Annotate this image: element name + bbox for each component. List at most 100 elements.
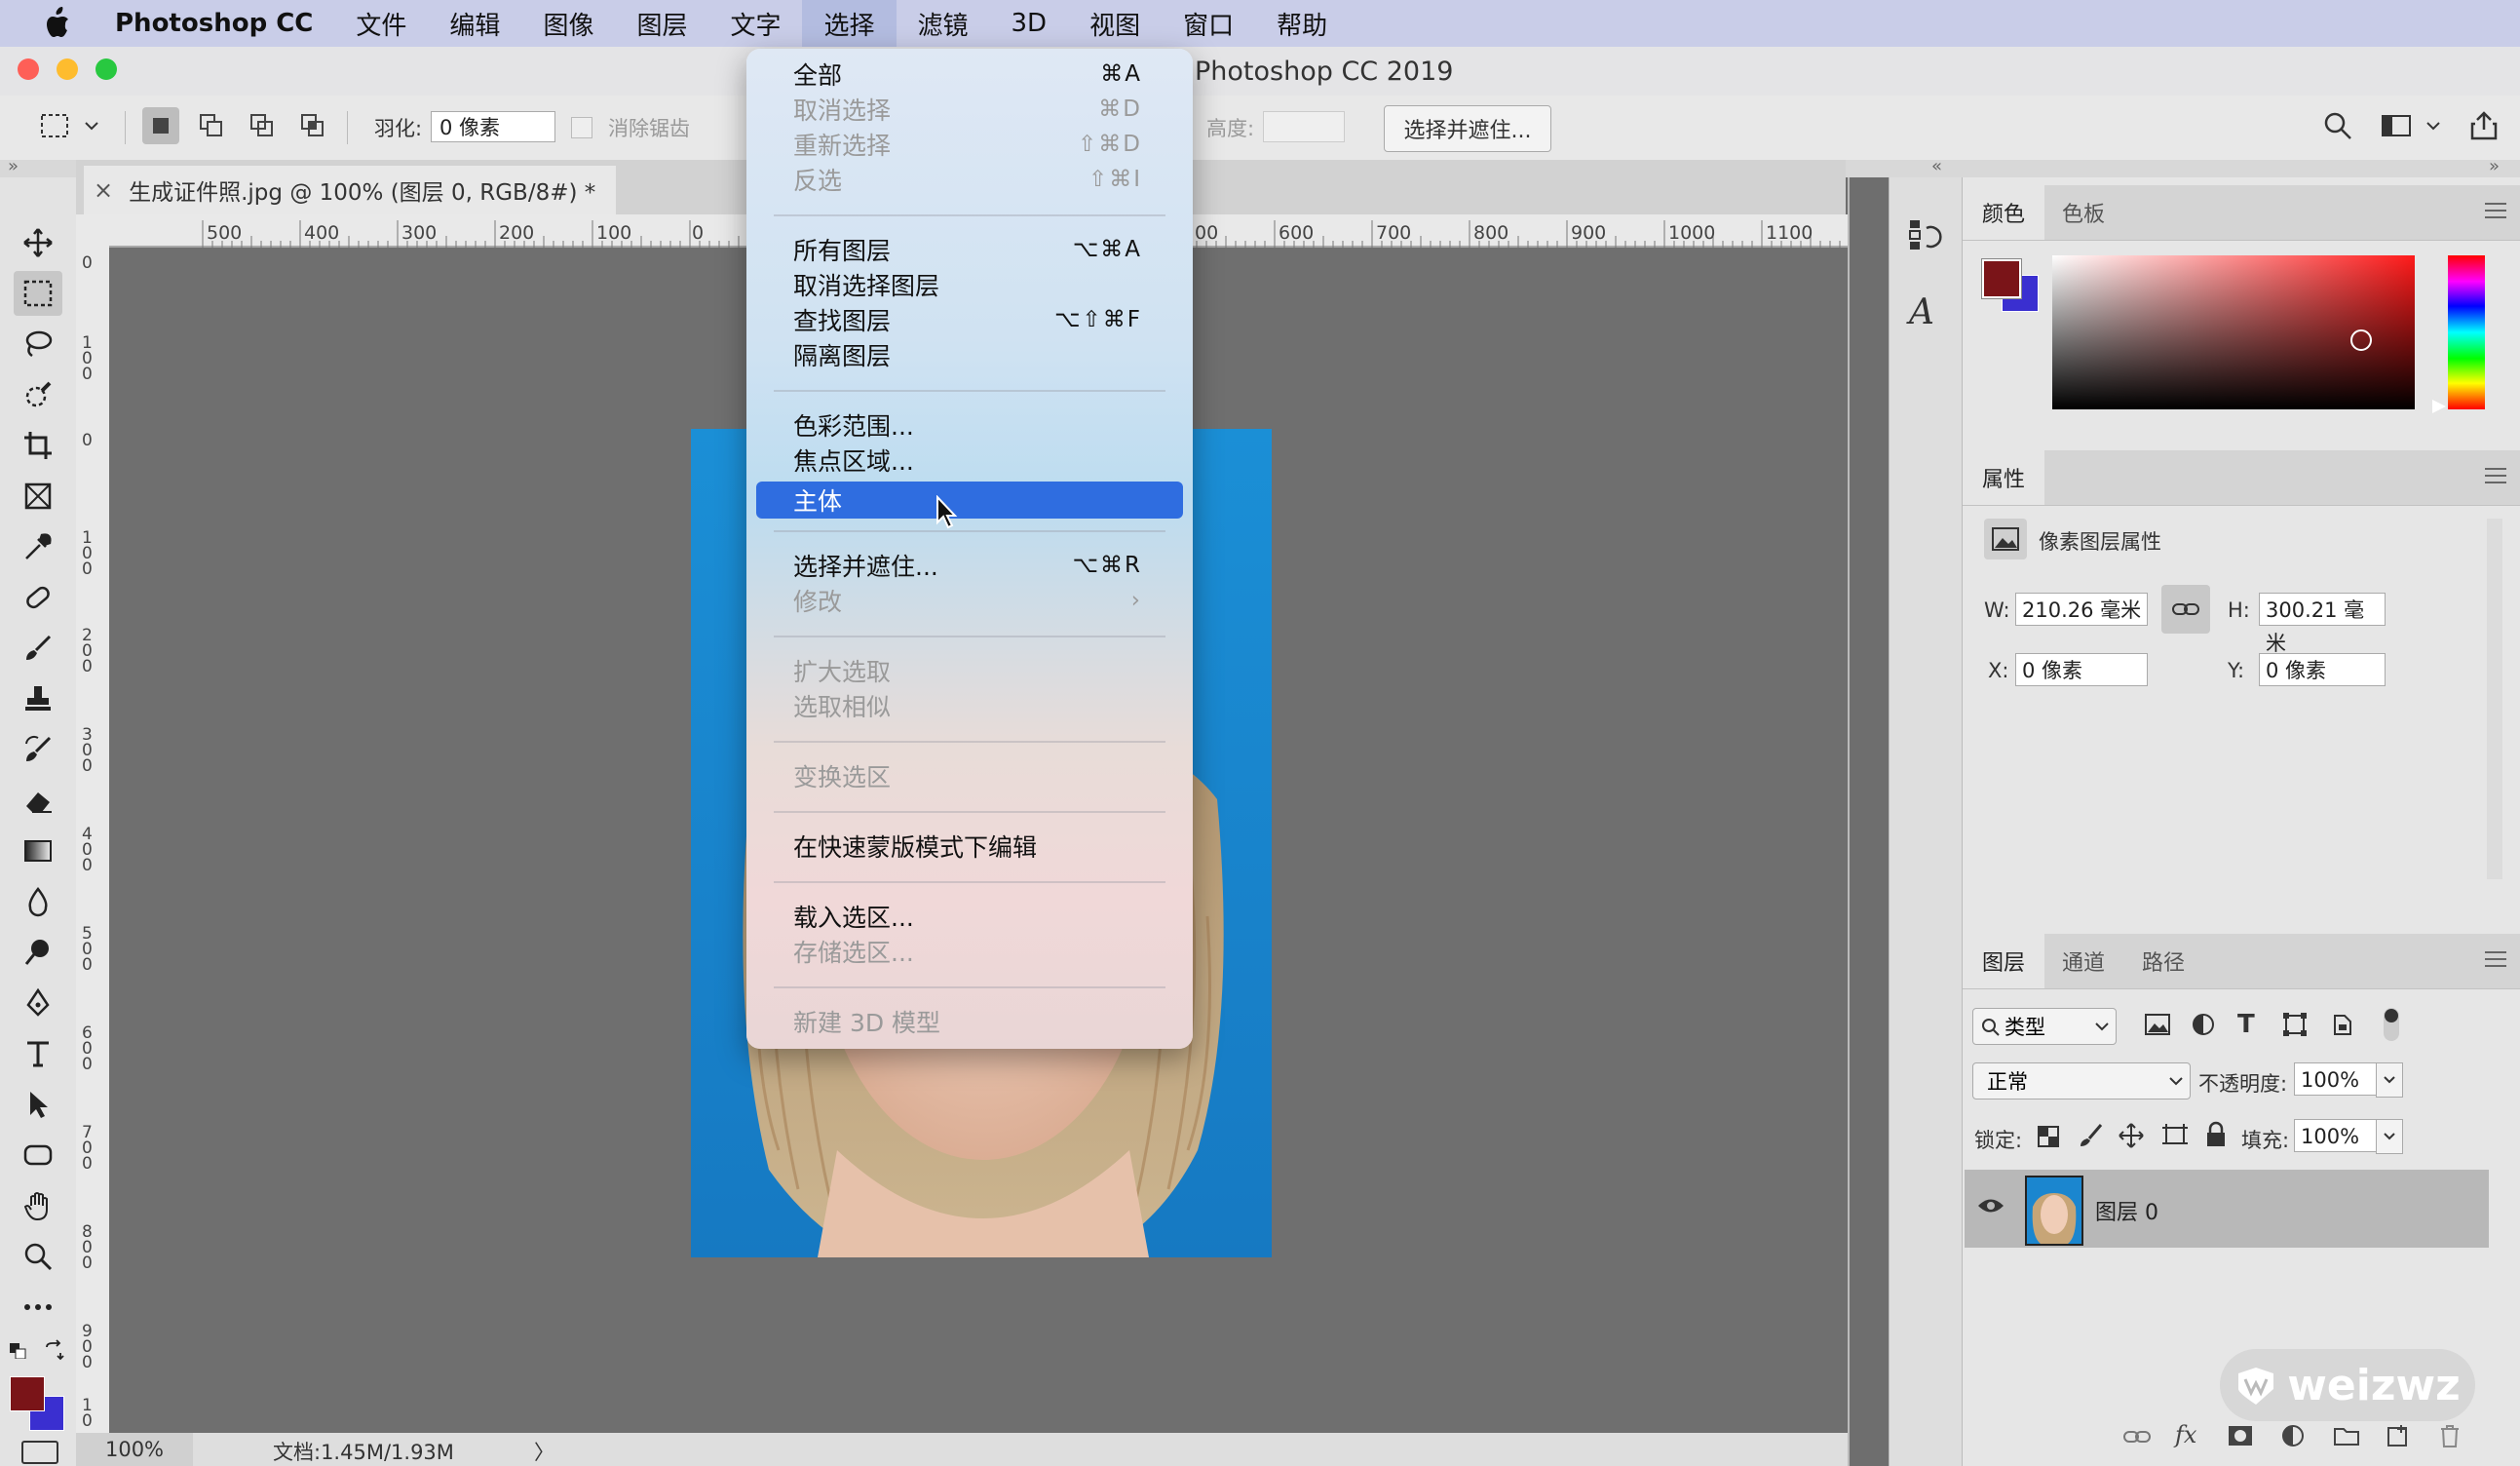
lock-pixels-icon[interactable] xyxy=(2078,1123,2103,1152)
menu-item-focus-area[interactable]: 焦点区域... xyxy=(793,443,1142,478)
clone-stamp-tool-icon[interactable] xyxy=(14,676,62,721)
path-selection-tool-icon[interactable] xyxy=(14,1082,62,1127)
lock-transparent-icon[interactable] xyxy=(2037,1125,2060,1152)
more-tools-icon[interactable] xyxy=(14,1285,62,1330)
layer-thumbnail[interactable] xyxy=(2025,1176,2083,1246)
swap-colors-icon[interactable] xyxy=(43,1339,64,1361)
menu-item-find-layers[interactable]: 查找图层 ⌥⇧⌘F xyxy=(793,302,1142,337)
history-brush-tool-icon[interactable] xyxy=(14,727,62,772)
eraser-tool-icon[interactable] xyxy=(14,778,62,823)
delete-layer-icon[interactable] xyxy=(2438,1423,2462,1452)
filter-toggle[interactable] xyxy=(2384,1008,2399,1041)
color-field[interactable] xyxy=(2052,255,2415,409)
filter-pixel-icon[interactable] xyxy=(2144,1012,2171,1041)
dodge-tool-icon[interactable] xyxy=(14,930,62,975)
menu-item-select-and-mask[interactable]: 选择并遮住... ⌥⌘R xyxy=(793,548,1142,583)
marquee-tool-icon[interactable] xyxy=(14,271,62,316)
filter-smart-object-icon[interactable] xyxy=(2329,1012,2354,1041)
glyphs-panel-icon[interactable]: A xyxy=(1909,292,1934,332)
menu-item-deselect-layers[interactable]: 取消选择图层 xyxy=(793,267,1142,302)
ruler-origin[interactable] xyxy=(76,214,110,249)
menu-item-color-range[interactable]: 色彩范围... xyxy=(793,407,1142,443)
hue-slider-handle[interactable] xyxy=(2432,400,2446,413)
frame-tool-icon[interactable] xyxy=(14,474,62,519)
apple-icon[interactable] xyxy=(37,4,76,43)
search-icon[interactable] xyxy=(2319,107,2356,144)
height-input[interactable]: 300.21 毫米 xyxy=(2259,593,2386,655)
collapse-mid-icon[interactable]: « xyxy=(1931,156,1942,176)
zoom-window-button[interactable] xyxy=(95,58,117,80)
layer-effects-icon[interactable]: fx xyxy=(2175,1421,2196,1448)
menu-item-isolate-layers[interactable]: 隔离图层 xyxy=(793,337,1142,372)
new-group-icon[interactable] xyxy=(2333,1425,2360,1450)
properties-panel-menu-icon[interactable] xyxy=(2485,468,2506,488)
opacity-input[interactable]: 100% xyxy=(2294,1062,2378,1096)
blend-mode-select[interactable]: 正常 xyxy=(1972,1062,2191,1100)
height-input[interactable] xyxy=(1263,111,1345,142)
tab-properties[interactable]: 属性 xyxy=(1963,450,2045,505)
hand-tool-icon[interactable] xyxy=(14,1183,62,1228)
x-input[interactable]: 0 像素 xyxy=(2015,653,2148,686)
close-window-button[interactable] xyxy=(18,58,39,80)
zoom-level[interactable]: 100% xyxy=(76,1433,193,1466)
marquee-preset-button[interactable] xyxy=(37,107,74,144)
zoom-tool-icon[interactable] xyxy=(14,1234,62,1279)
tab-channels[interactable]: 通道 xyxy=(2043,934,2124,988)
menu-item-modify[interactable]: 修改 › xyxy=(793,583,1142,618)
collapse-right-icon[interactable]: » xyxy=(2489,156,2500,176)
menu-item-quick-mask[interactable]: 在快速蒙版模式下编辑 xyxy=(793,829,1142,864)
menu-item-similar[interactable]: 选取相似 xyxy=(793,688,1142,723)
lock-position-icon[interactable] xyxy=(2119,1123,2144,1152)
intersect-selection-button[interactable] xyxy=(294,107,331,144)
menu-type[interactable]: 文字 xyxy=(708,0,802,47)
menu-item-deselect[interactable]: 取消选择 ⌘D xyxy=(793,92,1142,127)
rectangle-tool-icon[interactable] xyxy=(14,1133,62,1177)
opacity-dropdown-icon[interactable] xyxy=(2376,1062,2403,1098)
pen-tool-icon[interactable] xyxy=(14,981,62,1025)
layer-row[interactable]: 图层 0 xyxy=(1965,1170,2489,1248)
hue-slider[interactable] xyxy=(2448,255,2485,409)
lock-artboard-icon[interactable] xyxy=(2161,1123,2189,1152)
menu-filter[interactable]: 滤镜 xyxy=(897,0,990,47)
fill-input[interactable]: 100% xyxy=(2294,1119,2378,1152)
width-input[interactable]: 210.26 毫米 xyxy=(2015,593,2148,626)
menu-file[interactable]: 文件 xyxy=(334,0,428,47)
layers-panel-menu-icon[interactable] xyxy=(2485,951,2506,972)
menu-edit[interactable]: 编辑 xyxy=(428,0,521,47)
color-panel-foreground-swatch[interactable] xyxy=(1981,258,2022,299)
document-tab[interactable]: × 生成证件照.jpg @ 100% (图层 0, RGB/8#) * xyxy=(84,166,616,214)
tab-layers[interactable]: 图层 xyxy=(1963,934,2045,988)
filter-adjustment-icon[interactable] xyxy=(2191,1012,2216,1041)
link-layers-icon[interactable] xyxy=(2122,1429,2152,1448)
eyedropper-tool-icon[interactable] xyxy=(14,524,62,569)
menu-item-load-selection[interactable]: 载入选区... xyxy=(793,899,1142,934)
select-and-mask-button[interactable]: 选择并遮住... xyxy=(1384,105,1551,152)
share-icon[interactable] xyxy=(2465,107,2502,144)
chevron-down-icon[interactable] xyxy=(80,107,103,144)
menu-app-name[interactable]: Photoshop CC xyxy=(105,0,334,47)
filter-shape-icon[interactable] xyxy=(2282,1012,2308,1041)
properties-scrollbar[interactable] xyxy=(2487,519,2502,879)
feather-input[interactable]: 0 像素 xyxy=(431,111,555,142)
fill-dropdown-icon[interactable] xyxy=(2376,1119,2403,1154)
add-mask-icon[interactable] xyxy=(2228,1425,2253,1450)
close-tab-icon[interactable]: × xyxy=(94,176,113,204)
menu-item-new-3d-model[interactable]: 新建 3D 模型 xyxy=(793,1004,1142,1039)
status-menu-arrow-icon[interactable]: 〉 xyxy=(534,1437,554,1466)
move-tool-icon[interactable] xyxy=(14,220,62,265)
history-panel-icon[interactable] xyxy=(1907,216,1944,257)
workspace-chevron-icon[interactable] xyxy=(2423,107,2444,144)
default-colors-icon[interactable] xyxy=(10,1343,27,1360)
menu-item-transform-selection[interactable]: 变换选区 xyxy=(793,758,1142,793)
menu-3d[interactable]: 3D xyxy=(990,0,1069,47)
type-tool-icon[interactable] xyxy=(14,1031,62,1076)
quick-selection-tool-icon[interactable] xyxy=(14,372,62,417)
eye-icon[interactable] xyxy=(1976,1195,2005,1220)
menu-image[interactable]: 图像 xyxy=(521,0,615,47)
menu-item-select-all[interactable]: 全部 ⌘A xyxy=(793,57,1142,92)
tab-color[interactable]: 颜色 xyxy=(1963,185,2045,240)
crop-tool-icon[interactable] xyxy=(14,423,62,468)
vertical-ruler[interactable]: 0 1 0 0 0 1 0 0 2 0 0 3 0 0 4 0 0 5 0 0 … xyxy=(76,248,110,1433)
menu-layer[interactable]: 图层 xyxy=(615,0,708,47)
menu-item-inverse[interactable]: 反选 ⇧⌘I xyxy=(793,162,1142,197)
